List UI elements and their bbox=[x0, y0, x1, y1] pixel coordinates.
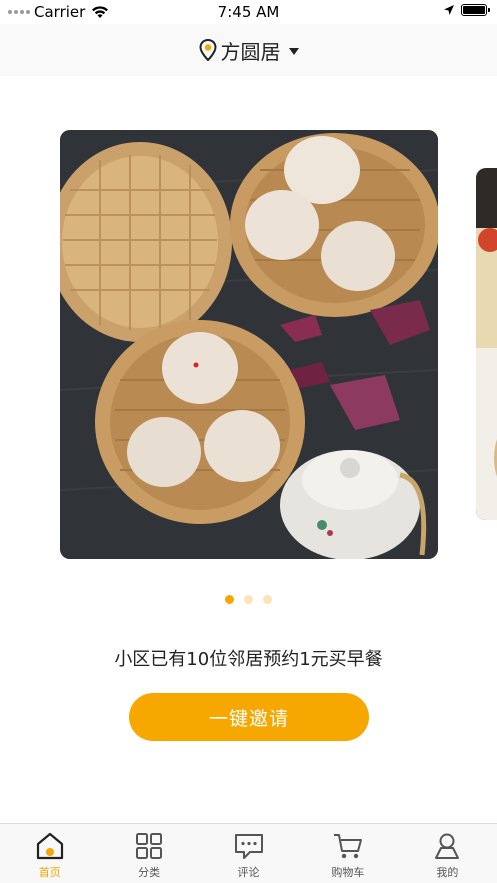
carousel-pager[interactable] bbox=[0, 595, 497, 604]
status-time: 7:45 AM bbox=[217, 3, 280, 21]
battery-fill bbox=[463, 6, 485, 14]
comment-icon bbox=[234, 834, 263, 859]
banner-slide-next[interactable] bbox=[476, 168, 497, 520]
banner-slide-current[interactable] bbox=[60, 130, 438, 559]
tab-label: 首页 bbox=[38, 866, 61, 879]
user-icon bbox=[435, 833, 460, 859]
next-slide-image bbox=[476, 168, 497, 520]
tab-bar: 首页 分类 评论 购物车 我的 bbox=[0, 823, 497, 883]
location-name: 方圆居 bbox=[220, 39, 281, 64]
location-arrow-icon bbox=[444, 5, 454, 15]
tab-home[interactable]: 首页 bbox=[0, 824, 99, 883]
battery-icon bbox=[461, 4, 490, 16]
caret-down-icon bbox=[288, 47, 299, 55]
status-right bbox=[443, 4, 490, 16]
location-selector[interactable]: 方圆居 bbox=[198, 36, 299, 65]
tab-label: 购物车 bbox=[331, 866, 365, 879]
carousel-dot[interactable] bbox=[225, 595, 234, 604]
tab-label: 分类 bbox=[138, 866, 161, 879]
tab-profile[interactable]: 我的 bbox=[398, 824, 497, 883]
carousel-dot[interactable] bbox=[244, 595, 253, 604]
grid-icon bbox=[136, 833, 163, 859]
tab-comments[interactable]: 评论 bbox=[199, 824, 298, 883]
location-header: 方圆居 bbox=[0, 24, 497, 76]
tab-category[interactable]: 分类 bbox=[99, 824, 198, 883]
tab-label: 评论 bbox=[237, 866, 260, 879]
map-pin-icon bbox=[198, 39, 217, 61]
invite-button[interactable]: 一键邀请 bbox=[129, 693, 369, 741]
carousel-dot[interactable] bbox=[263, 595, 272, 604]
status-bar: Carrier 7:45 AM bbox=[0, 0, 497, 24]
home-icon bbox=[36, 832, 63, 860]
cart-icon bbox=[333, 834, 362, 859]
promo-text: 小区已有10位邻居预约1元买早餐 bbox=[114, 649, 383, 670]
banner-carousel[interactable] bbox=[0, 130, 497, 560]
tab-label: 我的 bbox=[436, 866, 459, 879]
tab-cart[interactable]: 购物车 bbox=[298, 824, 397, 883]
steamed-buns-image bbox=[60, 130, 438, 559]
